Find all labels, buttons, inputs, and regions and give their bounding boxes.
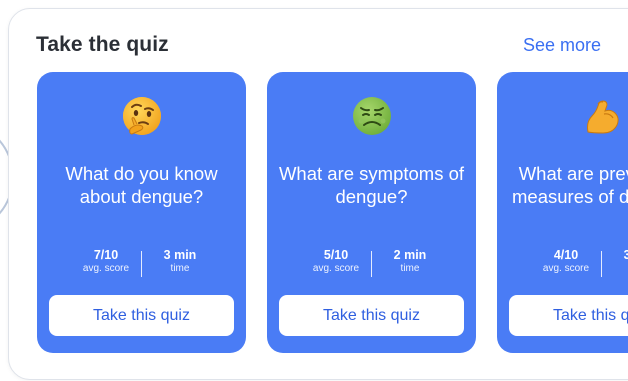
stat-divider <box>141 251 142 277</box>
avg-score-stat: 4/10 avg. score <box>531 248 601 275</box>
avg-score-stat: 7/10 avg. score <box>71 248 141 275</box>
avg-score-value: 7/10 <box>93 248 119 262</box>
avg-score-label: avg. score <box>312 263 360 274</box>
avg-score-value: 4/10 <box>553 248 579 262</box>
avg-score-value: 5/10 <box>323 248 349 262</box>
take-quiz-button[interactable]: Take this quiz <box>509 295 628 336</box>
avg-score-label: avg. score <box>82 263 130 274</box>
time-value: 2 min <box>393 248 427 262</box>
nauseated-face-icon <box>267 94 476 148</box>
quiz-question: What are symptoms of dengue? <box>278 163 465 207</box>
quiz-stats: 7/10 avg. score 3 min time <box>37 248 246 282</box>
quiz-card-dengue-symptoms[interactable]: What are symptoms of dengue? 5/10 avg. s… <box>267 72 476 353</box>
time-label: time <box>400 263 420 274</box>
take-quiz-button[interactable]: Take this quiz <box>279 295 464 336</box>
time-stat: 2 min time <box>375 248 445 275</box>
stat-divider <box>601 251 602 277</box>
time-label: time <box>170 263 190 274</box>
time-stat: 3 min time <box>605 248 628 275</box>
quiz-question: What do you know about dengue? <box>65 163 218 207</box>
time-value: 3 min <box>623 248 628 262</box>
see-more-link[interactable]: See more <box>523 35 601 56</box>
avg-score-label: avg. score <box>542 263 590 274</box>
time-stat: 3 min time <box>145 248 215 275</box>
thinking-face-icon <box>37 94 246 148</box>
quiz-section: Take the quiz See more What do you know … <box>0 0 628 381</box>
take-quiz-button[interactable]: Take this quiz <box>49 295 234 336</box>
section-title: Take the quiz <box>36 33 169 56</box>
quiz-question: What are preventive measures of dengue? <box>512 163 628 207</box>
quiz-stats: 5/10 avg. score 2 min time <box>267 248 476 282</box>
avg-score-stat: 5/10 avg. score <box>301 248 371 275</box>
quiz-card-dengue-prevention[interactable]: What are preventive measures of dengue? … <box>497 72 628 353</box>
quiz-card-dengue-knowledge[interactable]: What do you know about dengue? 7/10 avg.… <box>37 72 246 353</box>
stat-divider <box>371 251 372 277</box>
quiz-stats: 4/10 avg. score 3 min time <box>497 248 628 282</box>
time-value: 3 min <box>163 248 197 262</box>
time-label: time <box>605 263 628 275</box>
flexed-biceps-icon <box>497 94 628 148</box>
